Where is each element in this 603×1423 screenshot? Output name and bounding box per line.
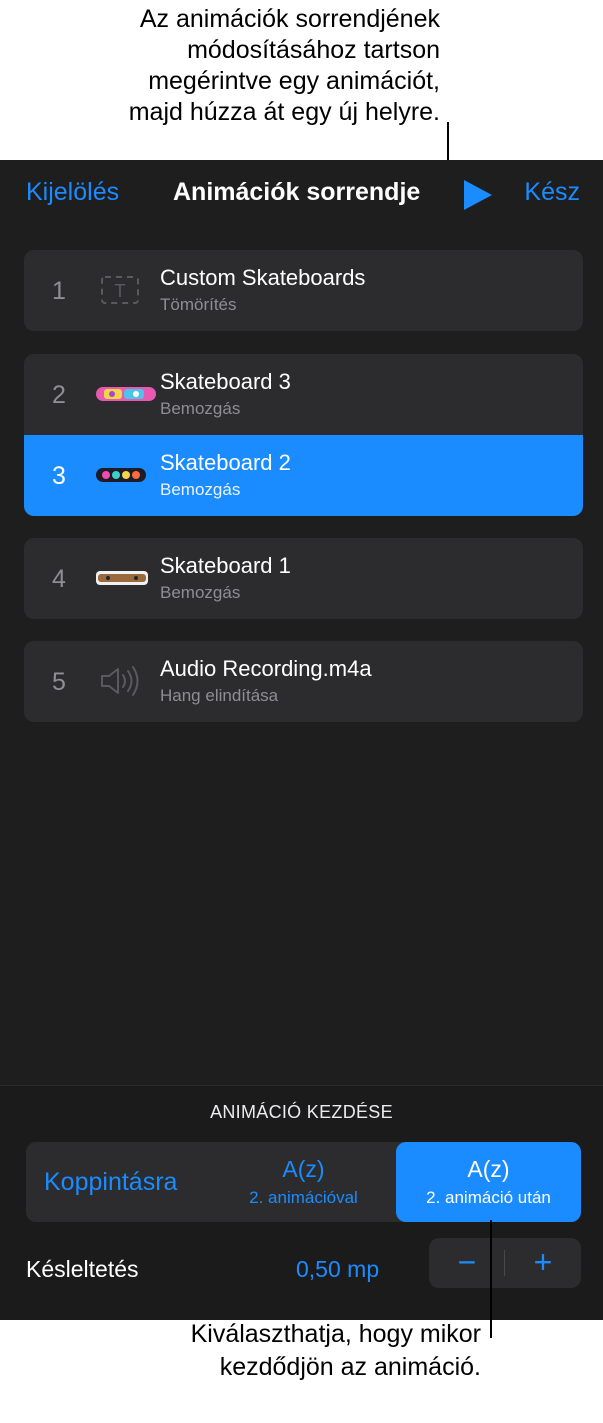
animation-start-header: ANIMÁCIÓ KEZDÉSE: [210, 1102, 393, 1122]
start-option-on-tap[interactable]: Koppintásra: [26, 1142, 211, 1222]
skateboard-wood-thumbnail: [96, 571, 148, 585]
option-label: Koppintásra: [44, 1168, 178, 1196]
animation-name: Audio Recording.m4a: [160, 656, 372, 681]
option-label: A(z): [282, 1156, 325, 1182]
reorder-callout-line-4: majd húzza át egy új helyre.: [128, 98, 440, 126]
animation-start-section: ANIMÁCIÓ KEZDÉSE Koppintásra A(z) 2. ani…: [0, 1085, 603, 1320]
option-label: A(z): [467, 1156, 510, 1182]
animation-effect: Tömörítés: [160, 295, 237, 314]
animation-row-2[interactable]: 2 Skateboard 3 Bemozgás: [24, 354, 583, 435]
animation-number: 4: [52, 565, 66, 593]
option-sublabel: 2. animáció után: [426, 1188, 551, 1207]
reorder-callout-line-1: Az animációk sorrendjének: [139, 5, 440, 33]
text-box-icon: T: [101, 276, 139, 304]
animation-name: Skateboard 3: [160, 369, 291, 394]
decrease-delay-button[interactable]: −: [429, 1238, 505, 1288]
animation-row-3-selected[interactable]: 3 Skateboard 2 Bemozgás: [24, 435, 583, 516]
animation-effect: Hang elindítása: [160, 686, 279, 705]
animation-effect: Bemozgás: [160, 583, 241, 602]
animation-number: 3: [52, 462, 66, 490]
animation-effect: Bemozgás: [160, 399, 241, 418]
start-option-with-animation[interactable]: A(z) 2. animációval: [211, 1142, 396, 1222]
animation-row-4[interactable]: 4 Skateboard 1 Bemozgás: [24, 538, 583, 619]
reorder-callout-line-3: megérintve egy animációt,: [148, 67, 440, 95]
callout-leader-line-bottom: [490, 1220, 492, 1338]
delay-value[interactable]: 0,50 mp: [296, 1256, 379, 1283]
animation-row-1[interactable]: 1 T Custom Skateboards Tömörítés: [24, 250, 583, 331]
increase-delay-button[interactable]: +: [505, 1238, 581, 1288]
animation-row-5[interactable]: 5 Audio Recording.m4a Hang elindítása: [24, 641, 583, 722]
animation-name: Skateboard 1: [160, 553, 291, 578]
start-callout-line-1: Kiválaszthatja, hogy mikor: [190, 1320, 481, 1348]
reorder-callout-line-2: módosításához tartson: [187, 36, 440, 64]
start-callout-line-2: kezdődjön az animáció.: [219, 1353, 481, 1381]
animation-effect: Bemozgás: [160, 480, 241, 499]
select-button[interactable]: Kijelölés: [26, 178, 119, 207]
delay-stepper: − +: [429, 1238, 581, 1288]
animation-number: 1: [52, 277, 66, 305]
start-callout: Kiválaszthatja, hogy mikor kezdődjön az …: [1, 1318, 481, 1384]
delay-label: Késleltetés: [26, 1256, 139, 1282]
option-sublabel: 2. animációval: [249, 1188, 358, 1207]
animation-number: 5: [52, 668, 66, 696]
start-segmented-control: Koppintásra A(z) 2. animációval A(z) 2. …: [26, 1142, 581, 1222]
animation-name: Skateboard 2: [160, 450, 291, 475]
skateboard-colorful-thumbnail: [96, 468, 146, 482]
animation-number: 2: [52, 381, 66, 409]
animation-name: Custom Skateboards: [160, 265, 366, 290]
nav-bar: Kijelölés Animációk sorrendje Kész: [0, 160, 603, 230]
start-option-after-animation[interactable]: A(z) 2. animáció után: [396, 1142, 581, 1222]
speaker-icon: [101, 666, 139, 696]
done-button[interactable]: Kész: [524, 178, 580, 207]
svg-text:T: T: [115, 281, 126, 301]
panel-title: Animációk sorrendje: [173, 178, 421, 206]
skateboard-pink-thumbnail: [96, 387, 156, 401]
play-icon[interactable]: [462, 178, 494, 212]
animation-order-panel: Kijelölés Animációk sorrendje Kész 1 T C…: [0, 160, 603, 1320]
reorder-callout: Az animációk sorrendjének módosításához …: [0, 4, 440, 128]
